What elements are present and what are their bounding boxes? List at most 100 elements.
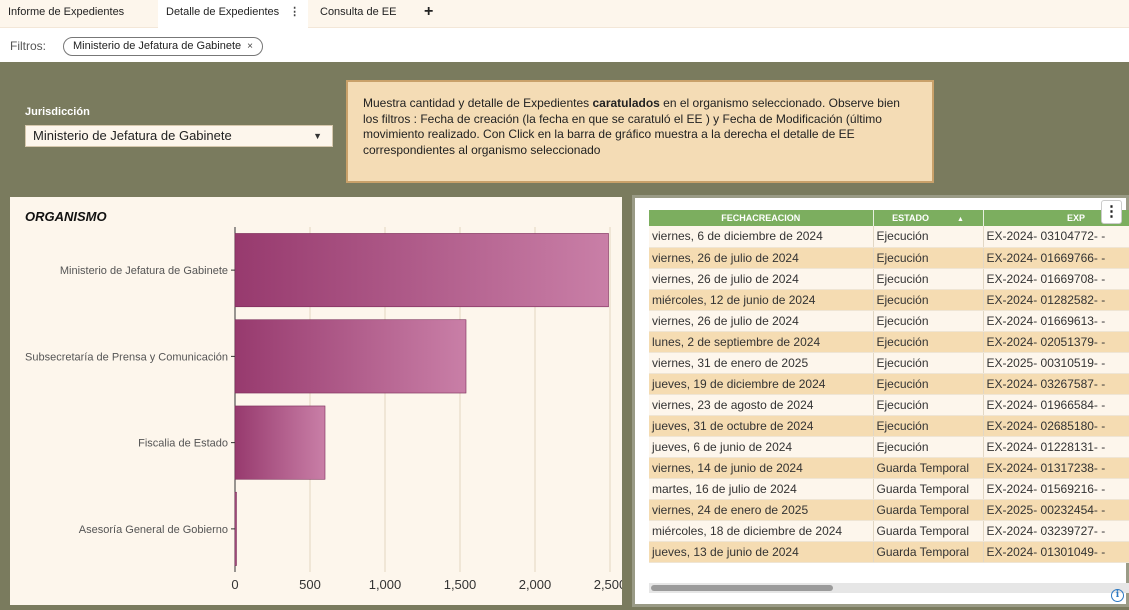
cell-estado: Guarda Temporal (873, 541, 984, 563)
info-text-bold: caratulados (592, 96, 660, 110)
cell-fechacreacion: jueves, 6 de junio de 2024 (649, 436, 874, 458)
horizontal-scrollbar[interactable] (649, 583, 1129, 593)
table-row[interactable]: viernes, 26 de julio de 2024 Ejecución EX-… (649, 247, 1129, 269)
tab-bar: Informe de Expedientes Detalle de Expedi… (0, 0, 1129, 28)
column-header-fechacreacion[interactable]: FECHACREACION (649, 210, 874, 226)
cell-exp: EX-2024- 02051379- - (983, 331, 1129, 353)
tab-detalle-de-expedientes[interactable]: Detalle de Expedientes ⋮ (158, 0, 309, 28)
filter-chip-label: Ministerio de Jefatura de Gabinete (73, 40, 242, 52)
x-tick-label: 2,500 (594, 577, 622, 592)
bar[interactable] (234, 405, 326, 480)
cell-fechacreacion: jueves, 13 de junio de 2024 (649, 541, 874, 563)
cell-fechacreacion: viernes, 14 de junio de 2024 (649, 457, 874, 479)
y-tick-label: Subsecretaría de Prensa y Comunicación (25, 351, 228, 363)
filter-bar: Filtros: Ministerio de Jefatura de Gabin… (0, 28, 1129, 62)
table-row[interactable]: viernes, 26 de julio de 2024 Ejecución EX-… (649, 268, 1129, 290)
table-row[interactable]: viernes, 6 de diciembre de 2024 Ejecución… (649, 226, 1129, 248)
cell-fechacreacion: lunes, 2 de septiembre de 2024 (649, 331, 874, 353)
cell-fechacreacion: viernes, 26 de julio de 2024 (649, 310, 874, 332)
add-tab-button[interactable]: + (424, 0, 433, 26)
cell-estado: Ejecución (873, 373, 984, 395)
cell-exp: EX-2024- 03267587- - (983, 373, 1129, 395)
chevron-down-icon: ▼ (313, 131, 322, 141)
cell-exp: EX-2025- 00310519- - (983, 352, 1129, 374)
tab-label: Consulta de EE (320, 6, 397, 18)
table-row[interactable]: viernes, 14 de junio de 2024 Guarda Tempo… (649, 457, 1129, 479)
cell-estado: Ejecución (873, 352, 984, 374)
cell-fechacreacion: viernes, 26 de julio de 2024 (649, 247, 874, 269)
cell-exp: EX-2024- 01301049- - (983, 541, 1129, 563)
column-header-estado[interactable]: ESTADO ▲ (873, 210, 984, 226)
scrollbar-thumb[interactable] (651, 585, 833, 591)
x-tick-label: 2,000 (519, 577, 552, 592)
sort-ascending-icon: ▲ (956, 216, 964, 223)
filters-label: Filtros: (10, 39, 46, 53)
table-row[interactable]: martes, 16 de julio de 2024 Guarda Tempor… (649, 478, 1129, 500)
cell-exp: EX-2024- 01282582- - (983, 289, 1129, 311)
cell-fechacreacion: jueves, 31 de octubre de 2024 (649, 415, 874, 437)
cell-estado: Ejecución (873, 394, 984, 416)
cell-estado: Ejecución (873, 247, 984, 269)
info-text-box: Muestra cantidad y detalle de Expediente… (346, 80, 934, 183)
table-row[interactable]: viernes, 31 de enero de 2025 Ejecución EX-… (649, 352, 1129, 374)
table-row[interactable]: viernes, 24 de enero de 2025 Guarda Tempo… (649, 499, 1129, 521)
jurisdiccion-label: Jurisdicción (25, 106, 90, 118)
cell-exp: EX-2025- 00232454- - (983, 499, 1129, 521)
tab-consulta-de-ee[interactable]: Consulta de EE (312, 0, 404, 28)
cell-fechacreacion: miércoles, 18 de diciembre de 2024 (649, 520, 874, 542)
cell-exp: EX-2024- 01228131- - (983, 436, 1129, 458)
cell-exp: EX-2024- 03104772- - (983, 226, 1129, 248)
cell-estado: Ejecución (873, 289, 984, 311)
x-tick-label: 500 (299, 577, 321, 592)
cell-estado: Guarda Temporal (873, 457, 984, 479)
organismo-chart: ORGANISMO 05001,0001,5002,0002,500Minist… (10, 197, 622, 605)
cell-fechacreacion: viernes, 26 de julio de 2024 (649, 268, 874, 290)
cell-fechacreacion: miércoles, 12 de junio de 2024 (649, 289, 874, 311)
cell-fechacreacion: viernes, 31 de enero de 2025 (649, 352, 874, 374)
tab-label: Informe de Expedientes (8, 6, 125, 18)
tab-informe-de-expedientes[interactable]: Informe de Expedientes (0, 0, 132, 28)
cell-estado: Ejecución (873, 415, 984, 437)
tab-menu-icon[interactable]: ⋮ (289, 6, 300, 18)
table-row[interactable]: miércoles, 12 de junio de 2024 Ejecución E… (649, 289, 1129, 311)
cell-exp: EX-2024- 01669766- - (983, 247, 1129, 269)
y-tick-label: Asesoría General de Gobierno (79, 524, 228, 536)
table-row[interactable]: jueves, 13 de junio de 2024 Guarda Tempor… (649, 541, 1129, 563)
info-icon[interactable]: i (1111, 589, 1124, 602)
expedientes-table[interactable]: FECHACREACION ESTADO ▲ EXP viernes, 6 de … (649, 210, 1129, 588)
bar[interactable] (234, 233, 609, 308)
jurisdiccion-dropdown[interactable]: Ministerio de Jefatura de Gabinete ▼ (25, 125, 333, 147)
bar[interactable] (234, 319, 467, 394)
info-text-part1: Muestra cantidad y detalle de Expediente… (363, 96, 593, 110)
cell-exp: EX-2024- 03239727- - (983, 520, 1129, 542)
table-row[interactable]: jueves, 6 de junio de 2024 Ejecución EX-20… (649, 436, 1129, 458)
jurisdiccion-selected-value: Ministerio de Jefatura de Gabinete (33, 128, 232, 143)
bar[interactable] (234, 491, 237, 566)
table-row[interactable]: jueves, 19 de diciembre de 2024 Ejecución… (649, 373, 1129, 395)
more-options-icon[interactable]: ⋮ (1101, 200, 1122, 224)
x-tick-label: 1,000 (369, 577, 402, 592)
table-header-row: FECHACREACION ESTADO ▲ EXP (649, 210, 1129, 226)
y-tick-label: Fiscalia de Estado (138, 438, 228, 450)
table-row[interactable]: jueves, 31 de octubre de 2024 Ejecución EX… (649, 415, 1129, 437)
cell-estado: Guarda Temporal (873, 499, 984, 521)
table-row[interactable]: miércoles, 18 de diciembre de 2024 Guarda… (649, 520, 1129, 542)
tab-label: Detalle de Expedientes (166, 6, 280, 18)
x-tick-label: 0 (231, 577, 238, 592)
cell-exp: EX-2024- 01966584- - (983, 394, 1129, 416)
chart-svg: 0 500 1,000 1,500 2,000 2,500 Ministerio de Je… (25, 227, 622, 592)
cell-estado: Guarda Temporal (873, 520, 984, 542)
cell-estado: Ejecución (873, 226, 984, 248)
filter-chip[interactable]: Ministerio de Jefatura de Gabinete × (63, 37, 263, 56)
close-icon[interactable]: × (247, 41, 253, 52)
cell-fechacreacion: martes, 16 de julio de 2024 (649, 478, 874, 500)
cell-estado: Ejecución (873, 436, 984, 458)
table-row[interactable]: viernes, 23 de agosto de 2024 Ejecución EX… (649, 394, 1129, 416)
cell-fechacreacion: viernes, 23 de agosto de 2024 (649, 394, 874, 416)
table-row[interactable]: viernes, 26 de julio de 2024 Ejecución EX-… (649, 310, 1129, 332)
x-tick-label: 1,500 (444, 577, 477, 592)
table-row[interactable]: lunes, 2 de septiembre de 2024 Ejecución E… (649, 331, 1129, 353)
cell-exp: EX-2024- 01669613- - (983, 310, 1129, 332)
y-tick-label: Ministerio de Jefatura de Gabinete (60, 265, 228, 277)
cell-fechacreacion: jueves, 19 de diciembre de 2024 (649, 373, 874, 395)
